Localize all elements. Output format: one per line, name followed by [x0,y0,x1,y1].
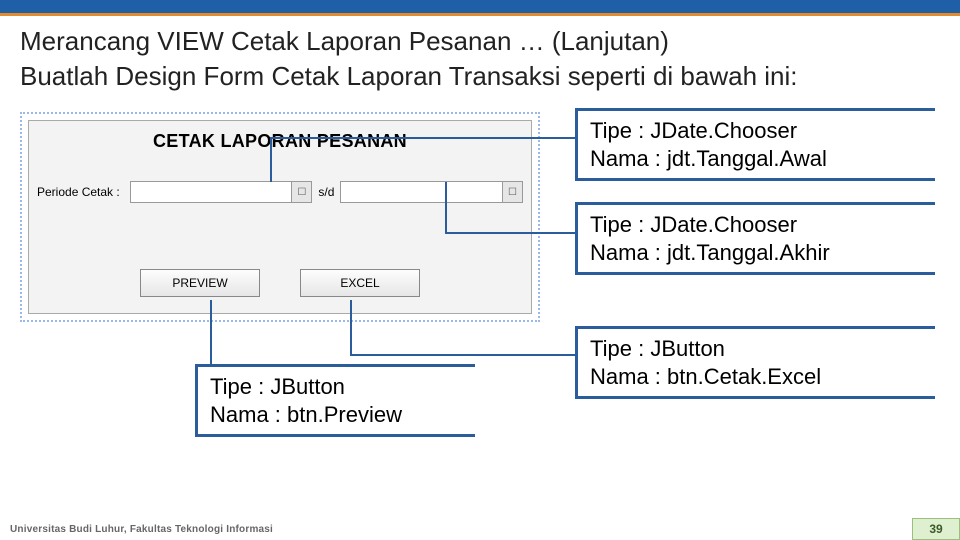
connector-line [270,137,575,139]
date-input-awal[interactable] [131,182,292,202]
periode-label: Periode Cetak : [37,185,120,199]
slide-subtitle: Buatlah Design Form Cetak Laporan Transa… [20,61,940,92]
annotation-date-akhir: Tipe : JDate.Chooser Nama : jdt.Tanggal.… [575,202,935,275]
annotation-btn-excel: Tipe : JButton Nama : btn.Cetak.Excel [575,326,935,399]
annotation-line: Nama : jdt.Tanggal.Awal [590,145,925,173]
footer-org: Universitas Budi Luhur, Fakultas Teknolo… [10,524,273,535]
annotation-line: Nama : jdt.Tanggal.Akhir [590,239,925,267]
connector-line [350,300,352,356]
annotation-line: Tipe : JButton [590,335,925,363]
footer: Universitas Budi Luhur, Fakultas Teknolo… [0,518,960,540]
form-designer-frame: CETAK LAPORAN PESANAN Periode Cetak : ☐ … [20,112,540,322]
annotation-line: Tipe : JDate.Chooser [590,117,925,145]
slide-title: Merancang VIEW Cetak Laporan Pesanan … (… [20,26,940,57]
calendar-icon[interactable]: ☐ [291,182,311,202]
connector-line [445,182,447,234]
connector-line [445,232,575,234]
date-separator: s/d [318,185,334,199]
annotation-btn-preview: Tipe : JButton Nama : btn.Preview [195,364,475,437]
button-row: PREVIEW EXCEL [29,269,531,297]
date-chooser-awal[interactable]: ☐ [130,181,313,203]
connector-line [270,137,272,182]
page-number: 39 [912,518,960,540]
annotation-line: Nama : btn.Cetak.Excel [590,363,925,391]
periode-row: Periode Cetak : ☐ s/d ☐ [37,181,523,203]
top-accent-bar [0,0,960,16]
form-panel: CETAK LAPORAN PESANAN Periode Cetak : ☐ … [28,120,532,314]
connector-line [350,354,575,356]
connector-line [210,300,212,364]
annotation-line: Nama : btn.Preview [210,401,465,429]
diagram-stage: CETAK LAPORAN PESANAN Periode Cetak : ☐ … [20,102,940,462]
slide: Merancang VIEW Cetak Laporan Pesanan … (… [0,0,960,540]
date-input-akhir[interactable] [341,182,502,202]
content-area: Merancang VIEW Cetak Laporan Pesanan … (… [0,16,960,462]
annotation-line: Tipe : JButton [210,373,465,401]
annotation-date-awal: Tipe : JDate.Chooser Nama : jdt.Tanggal.… [575,108,935,181]
preview-button[interactable]: PREVIEW [140,269,260,297]
annotation-line: Tipe : JDate.Chooser [590,211,925,239]
calendar-icon[interactable]: ☐ [502,182,522,202]
excel-button[interactable]: EXCEL [300,269,420,297]
date-chooser-akhir[interactable]: ☐ [340,181,523,203]
